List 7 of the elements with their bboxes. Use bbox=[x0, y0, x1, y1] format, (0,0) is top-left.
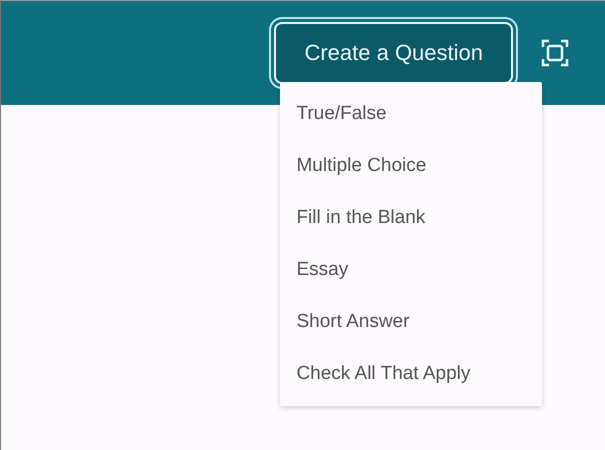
menu-item[interactable]: Check All That Apply bbox=[280, 348, 542, 400]
menu-item[interactable]: Essay bbox=[280, 244, 542, 296]
fullscreen-icon[interactable] bbox=[541, 39, 569, 67]
menu-item[interactable]: Short Answer bbox=[280, 296, 542, 348]
menu-item[interactable]: Fill in the Blank bbox=[280, 192, 542, 244]
menu-item[interactable]: True/False bbox=[280, 88, 542, 140]
menu-item[interactable]: Multiple Choice bbox=[280, 140, 542, 192]
